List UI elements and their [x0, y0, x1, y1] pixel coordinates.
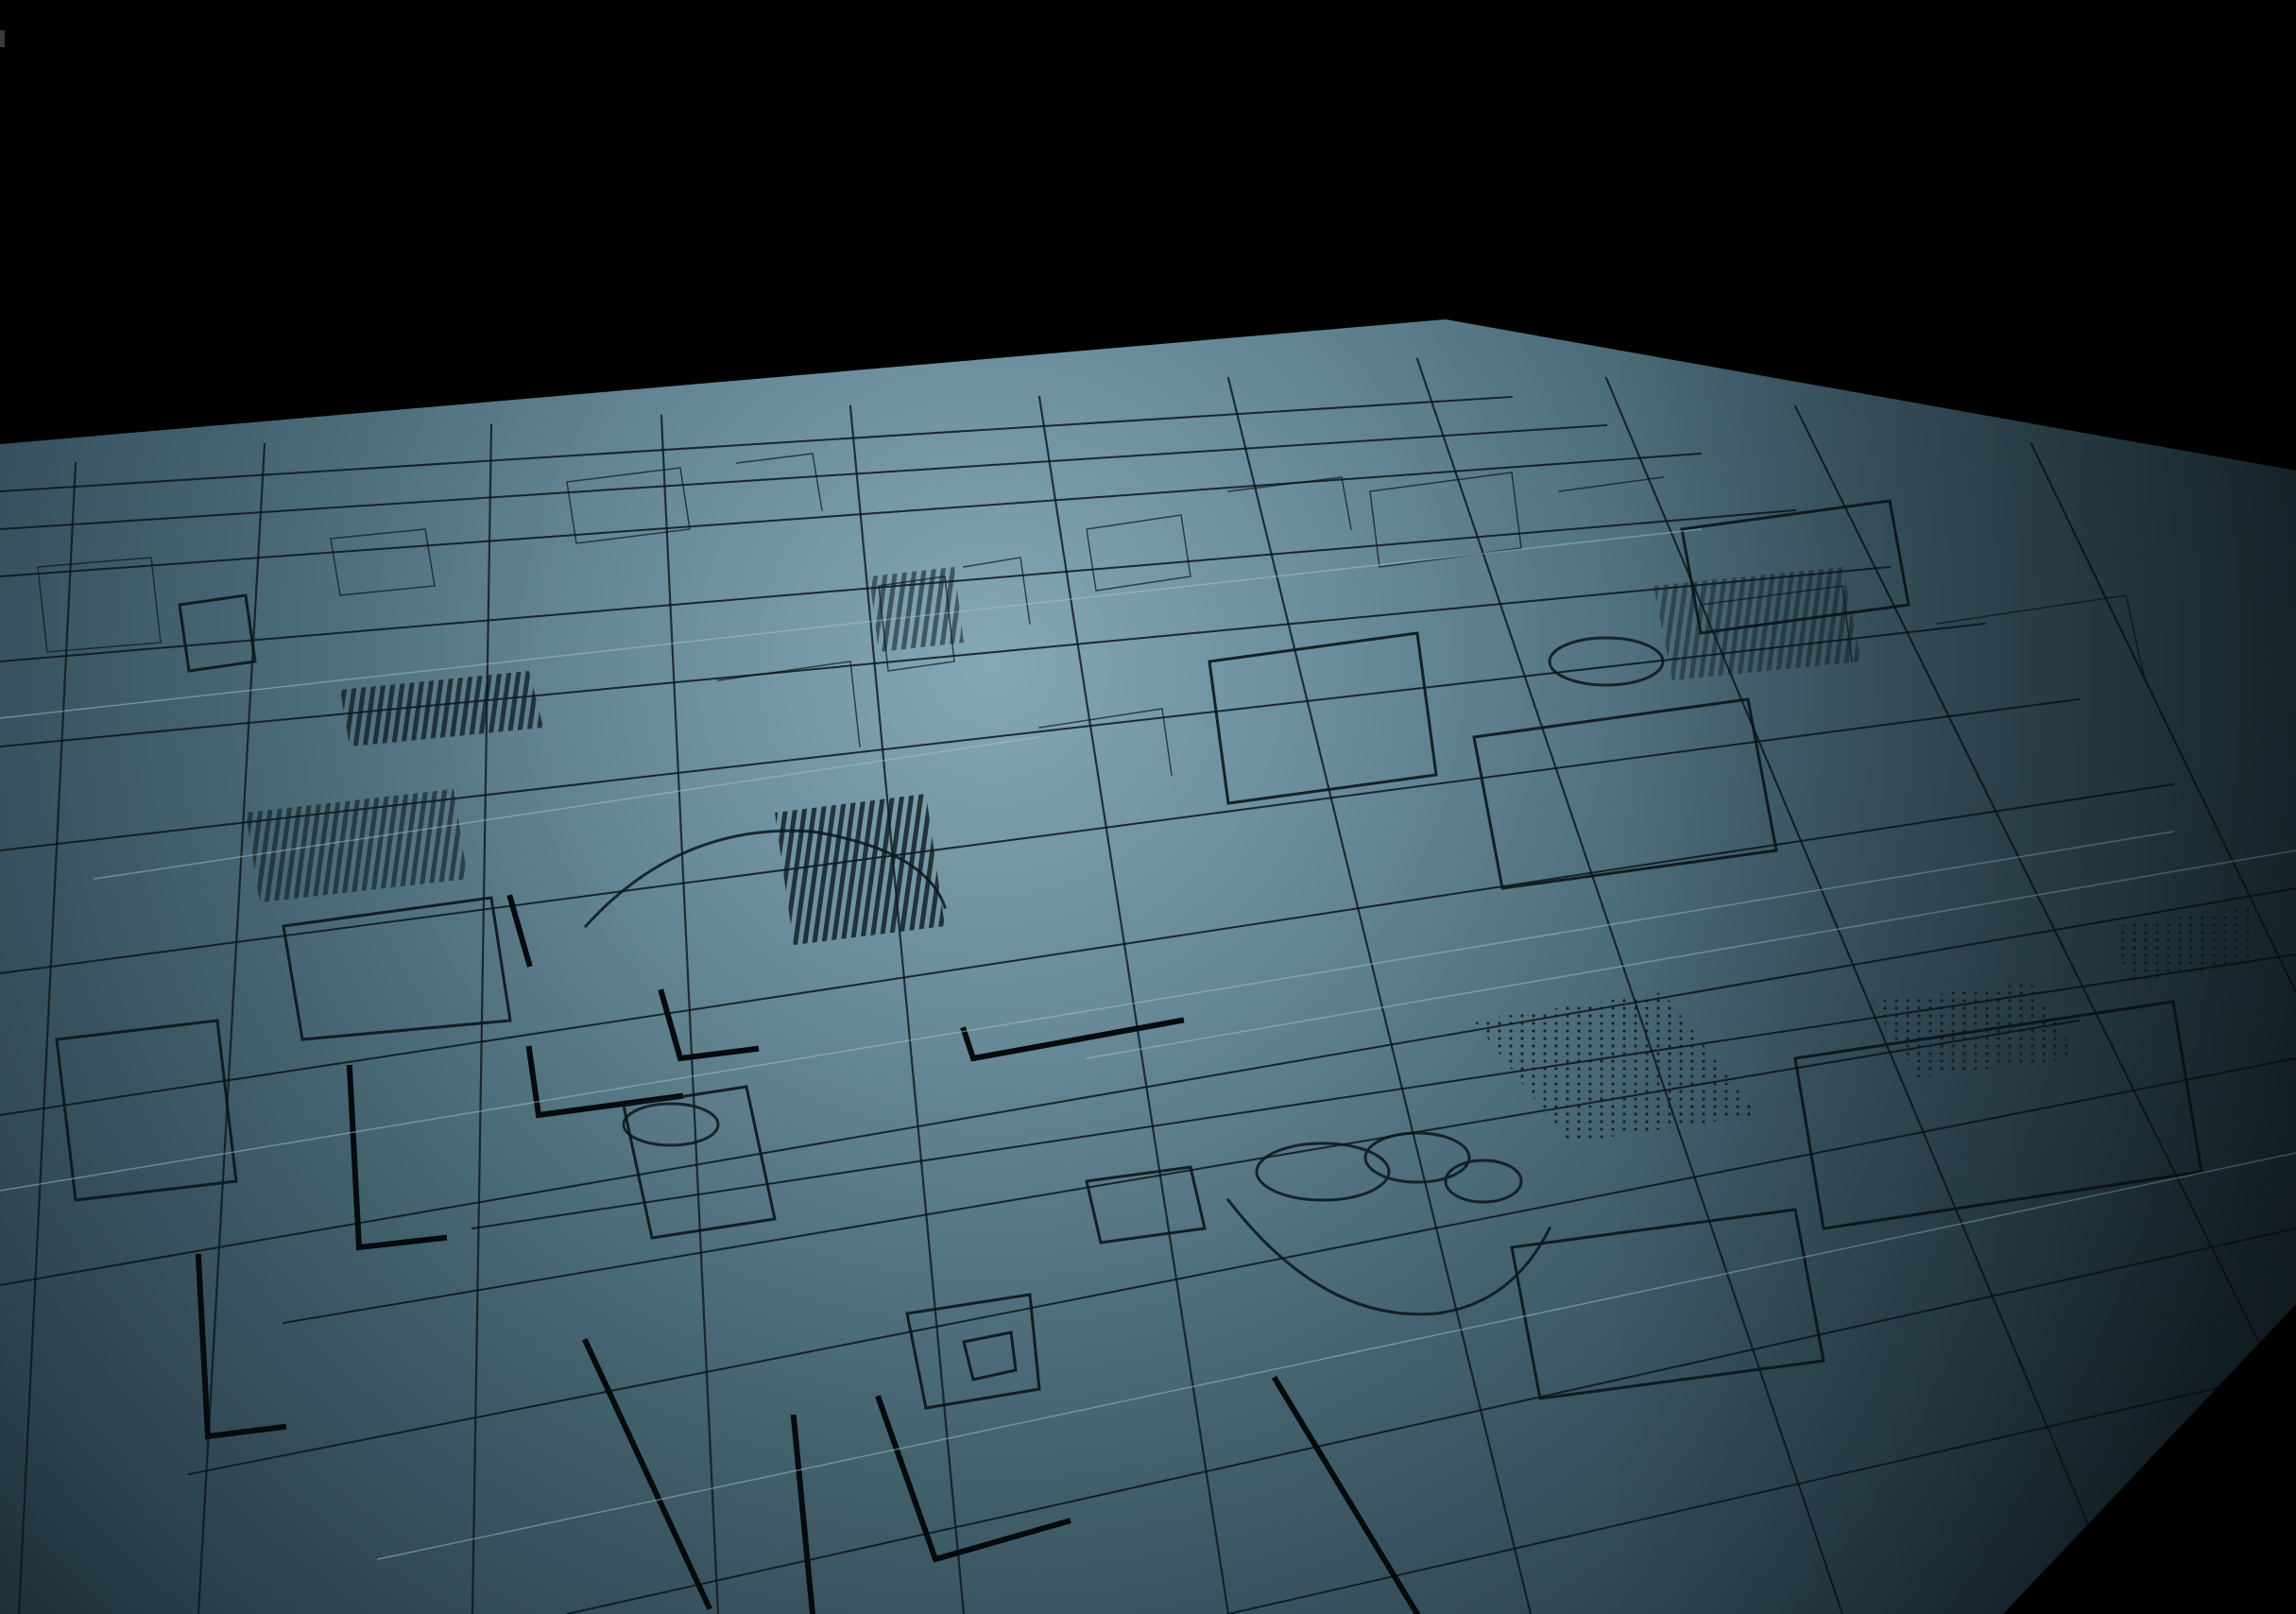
circuit-plate-scene	[0, 0, 2296, 1614]
plate-shading	[0, 319, 2296, 1614]
corner-mark	[0, 30, 5, 47]
